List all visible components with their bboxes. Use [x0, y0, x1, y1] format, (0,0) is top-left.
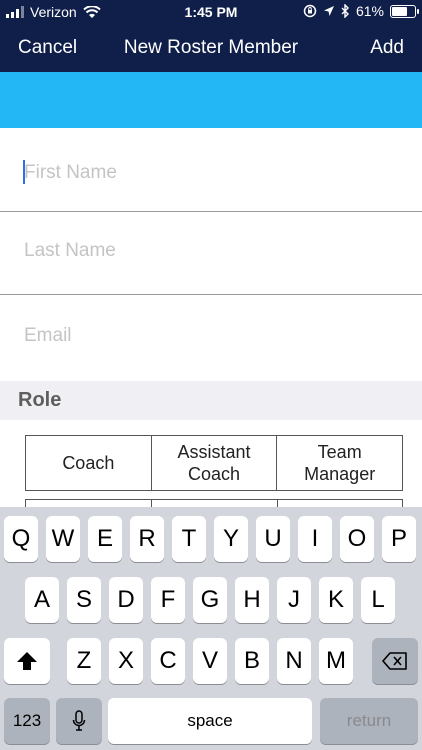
last-name-placeholder: Last Name	[24, 240, 116, 261]
first-name-field[interactable]: First Name	[0, 129, 422, 212]
key-f[interactable]: F	[151, 577, 185, 623]
header-banner	[0, 72, 422, 128]
space-key[interactable]: space	[108, 698, 312, 744]
battery-percent: 61%	[355, 3, 384, 19]
email-placeholder: Email	[24, 325, 72, 346]
first-name-placeholder: First Name	[24, 162, 117, 183]
key-g[interactable]: G	[193, 577, 227, 623]
battery-fill	[392, 6, 407, 16]
key-r[interactable]: R	[130, 516, 164, 562]
last-name-field[interactable]: Last Name	[0, 212, 422, 295]
key-q[interactable]: Q	[4, 516, 38, 562]
key-o[interactable]: O	[340, 516, 374, 562]
add-button[interactable]: Add	[370, 37, 404, 59]
key-j[interactable]: J	[277, 577, 311, 623]
role-section-title: Role	[18, 389, 62, 411]
top-bar: Verizon 1:45 PM 61% Cancel New Roster Me…	[0, 0, 422, 72]
shift-key[interactable]	[4, 638, 50, 684]
email-field[interactable]: Email	[0, 295, 422, 381]
numbers-key[interactable]: 123	[4, 698, 50, 744]
key-x[interactable]: X	[109, 638, 143, 684]
key-i[interactable]: I	[298, 516, 332, 562]
role-option-assistant-coach[interactable]: Assistant Coach	[152, 436, 278, 490]
page-title: New Roster Member	[123, 37, 299, 58]
role-selector: Coach Assistant Coach Team Manager	[25, 435, 403, 491]
backspace-key[interactable]	[372, 638, 418, 684]
keyboard: Q W E R T Y U I O P A S D F G H J K L Z …	[0, 507, 422, 750]
key-z[interactable]: Z	[67, 638, 101, 684]
role-option-team-manager[interactable]: Team Manager	[277, 436, 402, 490]
key-b[interactable]: B	[235, 638, 269, 684]
text-cursor	[23, 160, 25, 184]
key-v[interactable]: V	[193, 638, 227, 684]
role-option-coach[interactable]: Coach	[26, 436, 152, 490]
key-e[interactable]: E	[88, 516, 122, 562]
key-y[interactable]: Y	[214, 516, 248, 562]
bluetooth-icon	[341, 4, 349, 18]
key-c[interactable]: C	[151, 638, 185, 684]
key-h[interactable]: H	[235, 577, 269, 623]
return-key[interactable]: return	[320, 698, 418, 744]
key-t[interactable]: T	[172, 516, 206, 562]
key-a[interactable]: A	[25, 577, 59, 623]
key-m[interactable]: M	[319, 638, 353, 684]
key-n[interactable]: N	[277, 638, 311, 684]
key-s[interactable]: S	[67, 577, 101, 623]
key-k[interactable]: K	[319, 577, 353, 623]
location-icon	[323, 6, 334, 16]
status-right: 61%	[303, 3, 419, 19]
status-bar: Verizon 1:45 PM 61%	[0, 0, 422, 26]
microphone-icon	[72, 710, 86, 731]
battery-icon	[390, 4, 419, 18]
nav-bar: Cancel New Roster Member Add	[0, 26, 422, 72]
key-w[interactable]: W	[46, 516, 80, 562]
role-section-header: Role	[0, 381, 422, 420]
orientation-lock-icon	[303, 4, 317, 18]
key-u[interactable]: U	[256, 516, 290, 562]
key-l[interactable]: L	[361, 577, 395, 623]
key-d[interactable]: D	[109, 577, 143, 623]
dictation-key[interactable]	[56, 698, 102, 744]
key-p[interactable]: P	[382, 516, 416, 562]
shift-arrow-icon	[17, 652, 37, 670]
delete-backward-icon	[382, 652, 407, 670]
